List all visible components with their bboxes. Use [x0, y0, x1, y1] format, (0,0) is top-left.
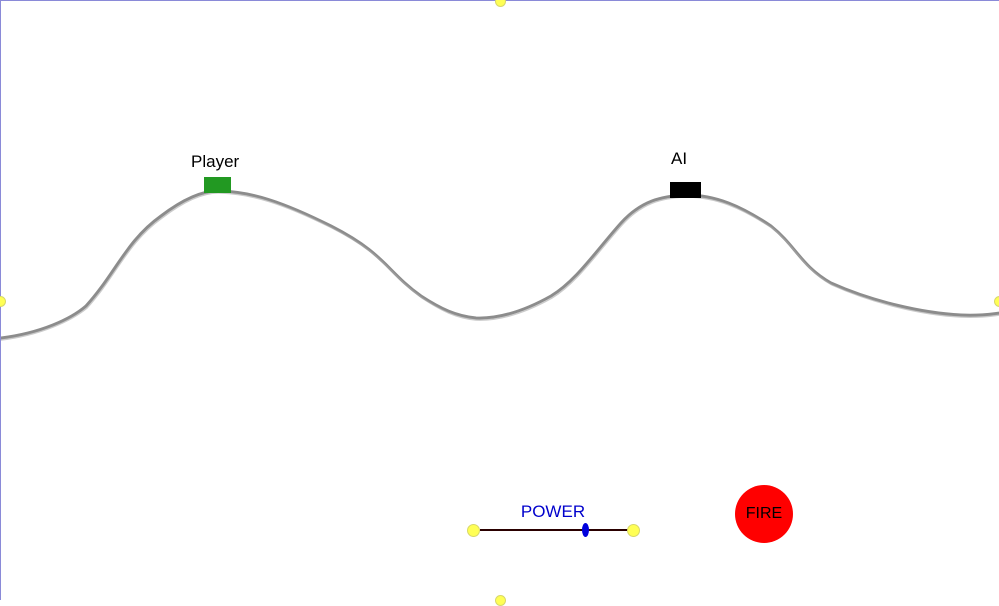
terrain-hills-shadow — [1, 192, 999, 341]
power-slider-min-handle[interactable] — [467, 524, 480, 537]
terrain-hills — [1, 189, 999, 340]
terrain-layer — [1, 189, 999, 341]
fire-button[interactable]: FIRE — [735, 485, 793, 543]
right-middle-resize-handle[interactable] — [994, 296, 999, 307]
power-slider-track[interactable] — [480, 529, 628, 531]
player-label: Player — [191, 152, 240, 171]
ai-tank — [670, 182, 701, 198]
power-label: POWER — [520, 502, 586, 521]
player-tank — [204, 177, 231, 193]
power-slider-max-handle[interactable] — [627, 524, 640, 537]
ai-label: AI — [671, 149, 688, 168]
power-slider-knob[interactable] — [581, 523, 589, 537]
bottom-center-resize-handle[interactable] — [495, 595, 506, 606]
game-stage[interactable]: Player AI POWER FIRE — [0, 0, 999, 606]
